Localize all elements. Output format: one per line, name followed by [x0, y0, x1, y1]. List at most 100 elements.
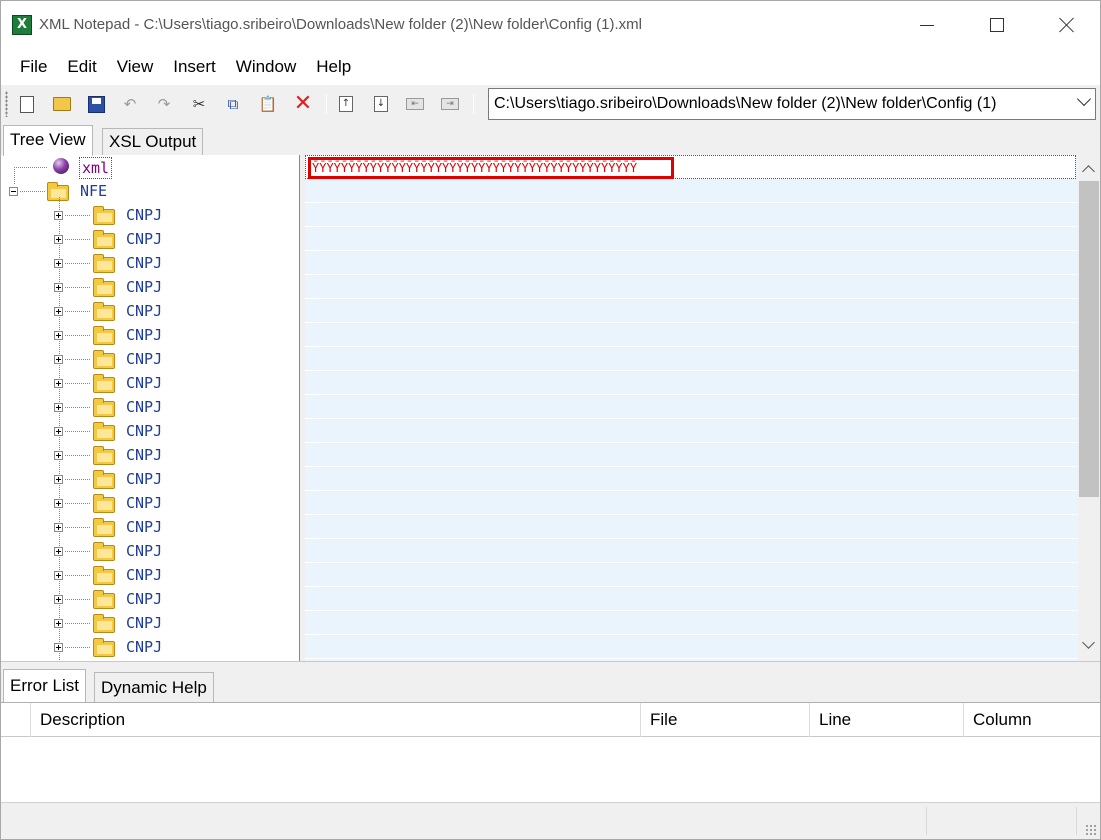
- nudge-down-button[interactable]: ↓: [370, 93, 392, 115]
- error-list-grid[interactable]: Description File Line Column: [1, 702, 1100, 802]
- collapse-icon[interactable]: [9, 187, 18, 196]
- menu-file[interactable]: File: [10, 49, 57, 85]
- tree-node-cnpj[interactable]: CNPJ: [1, 347, 299, 371]
- tree-node-cnpj[interactable]: CNPJ: [1, 491, 299, 515]
- expand-icon[interactable]: [54, 499, 63, 508]
- expand-icon[interactable]: [54, 547, 63, 556]
- paste-button[interactable]: 📋: [257, 93, 279, 115]
- node-label-cnpj[interactable]: CNPJ: [126, 229, 162, 249]
- tree-node-cnpj[interactable]: CNPJ: [1, 275, 299, 299]
- node-text-pane[interactable]: ȲȲȲȲȲȲȲȲȲȲȲȲȲȲȲȲȲȲȲȲȲȲȲȲȲȲȲȲȲȲȲȲȲȲȲȲȲȲȲȲ…: [305, 155, 1078, 661]
- maximize-button[interactable]: [962, 1, 1032, 49]
- tree-node-cnpj[interactable]: CNPJ: [1, 443, 299, 467]
- tree-node-cnpj[interactable]: CNPJ: [1, 467, 299, 491]
- node-label-cnpj[interactable]: CNPJ: [126, 493, 162, 513]
- location-text[interactable]: C:\Users\tiago.sribeiro\Downloads\New fo…: [494, 95, 1062, 113]
- expand-icon[interactable]: [54, 571, 63, 580]
- delete-button[interactable]: ✕: [292, 93, 314, 115]
- node-label-cnpj[interactable]: CNPJ: [126, 373, 162, 393]
- tree-node-cnpj[interactable]: CNPJ: [1, 251, 299, 275]
- column-column[interactable]: Column: [963, 703, 1100, 737]
- expand-icon[interactable]: [54, 355, 63, 364]
- tree-node-cnpj[interactable]: CNPJ: [1, 611, 299, 635]
- tree-view-pane[interactable]: xml NFE CNPJ CNPJ CNPJ CNPJ CNPJ CNPJ CNPJ CNPJ…: [1, 155, 300, 661]
- node-label-cnpj[interactable]: CNPJ: [126, 397, 162, 417]
- expand-icon[interactable]: [54, 523, 63, 532]
- scroll-down-icon[interactable]: [1082, 636, 1095, 649]
- node-label-cnpj[interactable]: CNPJ: [126, 277, 162, 297]
- expand-icon[interactable]: [54, 307, 63, 316]
- tree-node-cnpj[interactable]: CNPJ: [1, 539, 299, 563]
- expand-icon[interactable]: [54, 211, 63, 220]
- node-label-cnpj[interactable]: CNPJ: [126, 421, 162, 441]
- node-label-cnpj[interactable]: CNPJ: [126, 205, 162, 225]
- tree-node-xml-declaration[interactable]: xml: [1, 155, 299, 179]
- nudge-up-button[interactable]: ↑: [335, 93, 357, 115]
- menu-view[interactable]: View: [107, 49, 164, 85]
- expand-icon[interactable]: [54, 427, 63, 436]
- tab-error-list[interactable]: Error List: [3, 669, 86, 702]
- tree-node-cnpj[interactable]: CNPJ: [1, 371, 299, 395]
- menu-edit[interactable]: Edit: [57, 49, 106, 85]
- tree-node-nfe[interactable]: NFE: [1, 179, 299, 203]
- node-label-cnpj[interactable]: CNPJ: [126, 589, 162, 609]
- tree-node-cnpj[interactable]: CNPJ: [1, 227, 299, 251]
- highlighted-value[interactable]: ȲȲȲȲȲȲȲȲȲȲȲȲȲȲȲȲȲȲȲȲȲȲȲȲȲȲȲȲȲȲȲȲȲȲȲȲȲȲȲȲ…: [308, 157, 674, 179]
- save-button[interactable]: [85, 93, 107, 115]
- tree-node-cnpj[interactable]: CNPJ: [1, 299, 299, 323]
- toolbar-grip[interactable]: [5, 91, 8, 117]
- tab-dynamic-help[interactable]: Dynamic Help: [94, 672, 214, 702]
- expand-icon[interactable]: [54, 475, 63, 484]
- tree-node-cnpj[interactable]: CNPJ: [1, 323, 299, 347]
- expand-icon[interactable]: [54, 595, 63, 604]
- node-label-cnpj[interactable]: CNPJ: [126, 253, 162, 273]
- open-button[interactable]: [51, 93, 73, 115]
- vertical-scrollbar[interactable]: [1078, 155, 1100, 661]
- node-label-cnpj[interactable]: CNPJ: [126, 637, 162, 657]
- selected-value-row[interactable]: ȲȲȲȲȲȲȲȲȲȲȲȲȲȲȲȲȲȲȲȲȲȲȲȲȲȲȲȲȲȲȲȲȲȲȲȲȲȲȲȲ…: [305, 155, 1076, 179]
- column-file[interactable]: File: [640, 703, 809, 737]
- expand-icon[interactable]: [54, 379, 63, 388]
- expand-icon[interactable]: [54, 283, 63, 292]
- expand-icon[interactable]: [54, 451, 63, 460]
- expand-icon[interactable]: [54, 403, 63, 412]
- minimize-button[interactable]: [892, 1, 962, 49]
- menu-window[interactable]: Window: [226, 49, 306, 85]
- tree-node-cnpj[interactable]: CNPJ: [1, 419, 299, 443]
- scroll-up-icon[interactable]: [1082, 165, 1095, 178]
- node-label-cnpj[interactable]: CNPJ: [126, 541, 162, 561]
- copy-button[interactable]: ⧉: [222, 93, 244, 115]
- tree-node-cnpj[interactable]: CNPJ: [1, 515, 299, 539]
- scrollbar-thumb[interactable]: [1079, 181, 1099, 497]
- menu-help[interactable]: Help: [306, 49, 361, 85]
- expand-icon[interactable]: [54, 331, 63, 340]
- tree-node-cnpj[interactable]: CNPJ: [1, 635, 299, 659]
- column-line[interactable]: Line: [809, 703, 963, 737]
- column-description[interactable]: Description: [30, 703, 640, 737]
- close-button[interactable]: [1032, 1, 1101, 49]
- node-label-cnpj[interactable]: CNPJ: [126, 469, 162, 489]
- nudge-right-button[interactable]: ⇥: [439, 93, 461, 115]
- tree-node-cnpj[interactable]: CNPJ: [1, 395, 299, 419]
- cut-button[interactable]: ✂: [188, 93, 210, 115]
- tree-node-cnpj[interactable]: CNPJ: [1, 203, 299, 227]
- menu-insert[interactable]: Insert: [163, 49, 226, 85]
- nudge-left-button[interactable]: ⇤: [404, 93, 426, 115]
- node-label-nfe[interactable]: NFE: [80, 181, 107, 201]
- tree-node-cnpj[interactable]: CNPJ: [1, 563, 299, 587]
- node-label-cnpj[interactable]: CNPJ: [126, 445, 162, 465]
- tree-node-cnpj[interactable]: CNPJ: [1, 587, 299, 611]
- node-label-cnpj[interactable]: CNPJ: [126, 349, 162, 369]
- expand-icon[interactable]: [54, 643, 63, 652]
- node-label-cnpj[interactable]: CNPJ: [126, 517, 162, 537]
- expand-icon[interactable]: [54, 259, 63, 268]
- node-label-cnpj[interactable]: CNPJ: [126, 301, 162, 321]
- chevron-down-icon[interactable]: [1076, 91, 1092, 107]
- redo-button[interactable]: ↷: [153, 93, 175, 115]
- tab-xsl-output[interactable]: XSL Output: [102, 128, 204, 155]
- resize-grip-icon[interactable]: [1085, 824, 1097, 836]
- node-label-xml[interactable]: xml: [79, 157, 113, 179]
- undo-button[interactable]: ↶: [119, 93, 141, 115]
- node-label-cnpj[interactable]: CNPJ: [126, 565, 162, 585]
- expand-icon[interactable]: [54, 235, 63, 244]
